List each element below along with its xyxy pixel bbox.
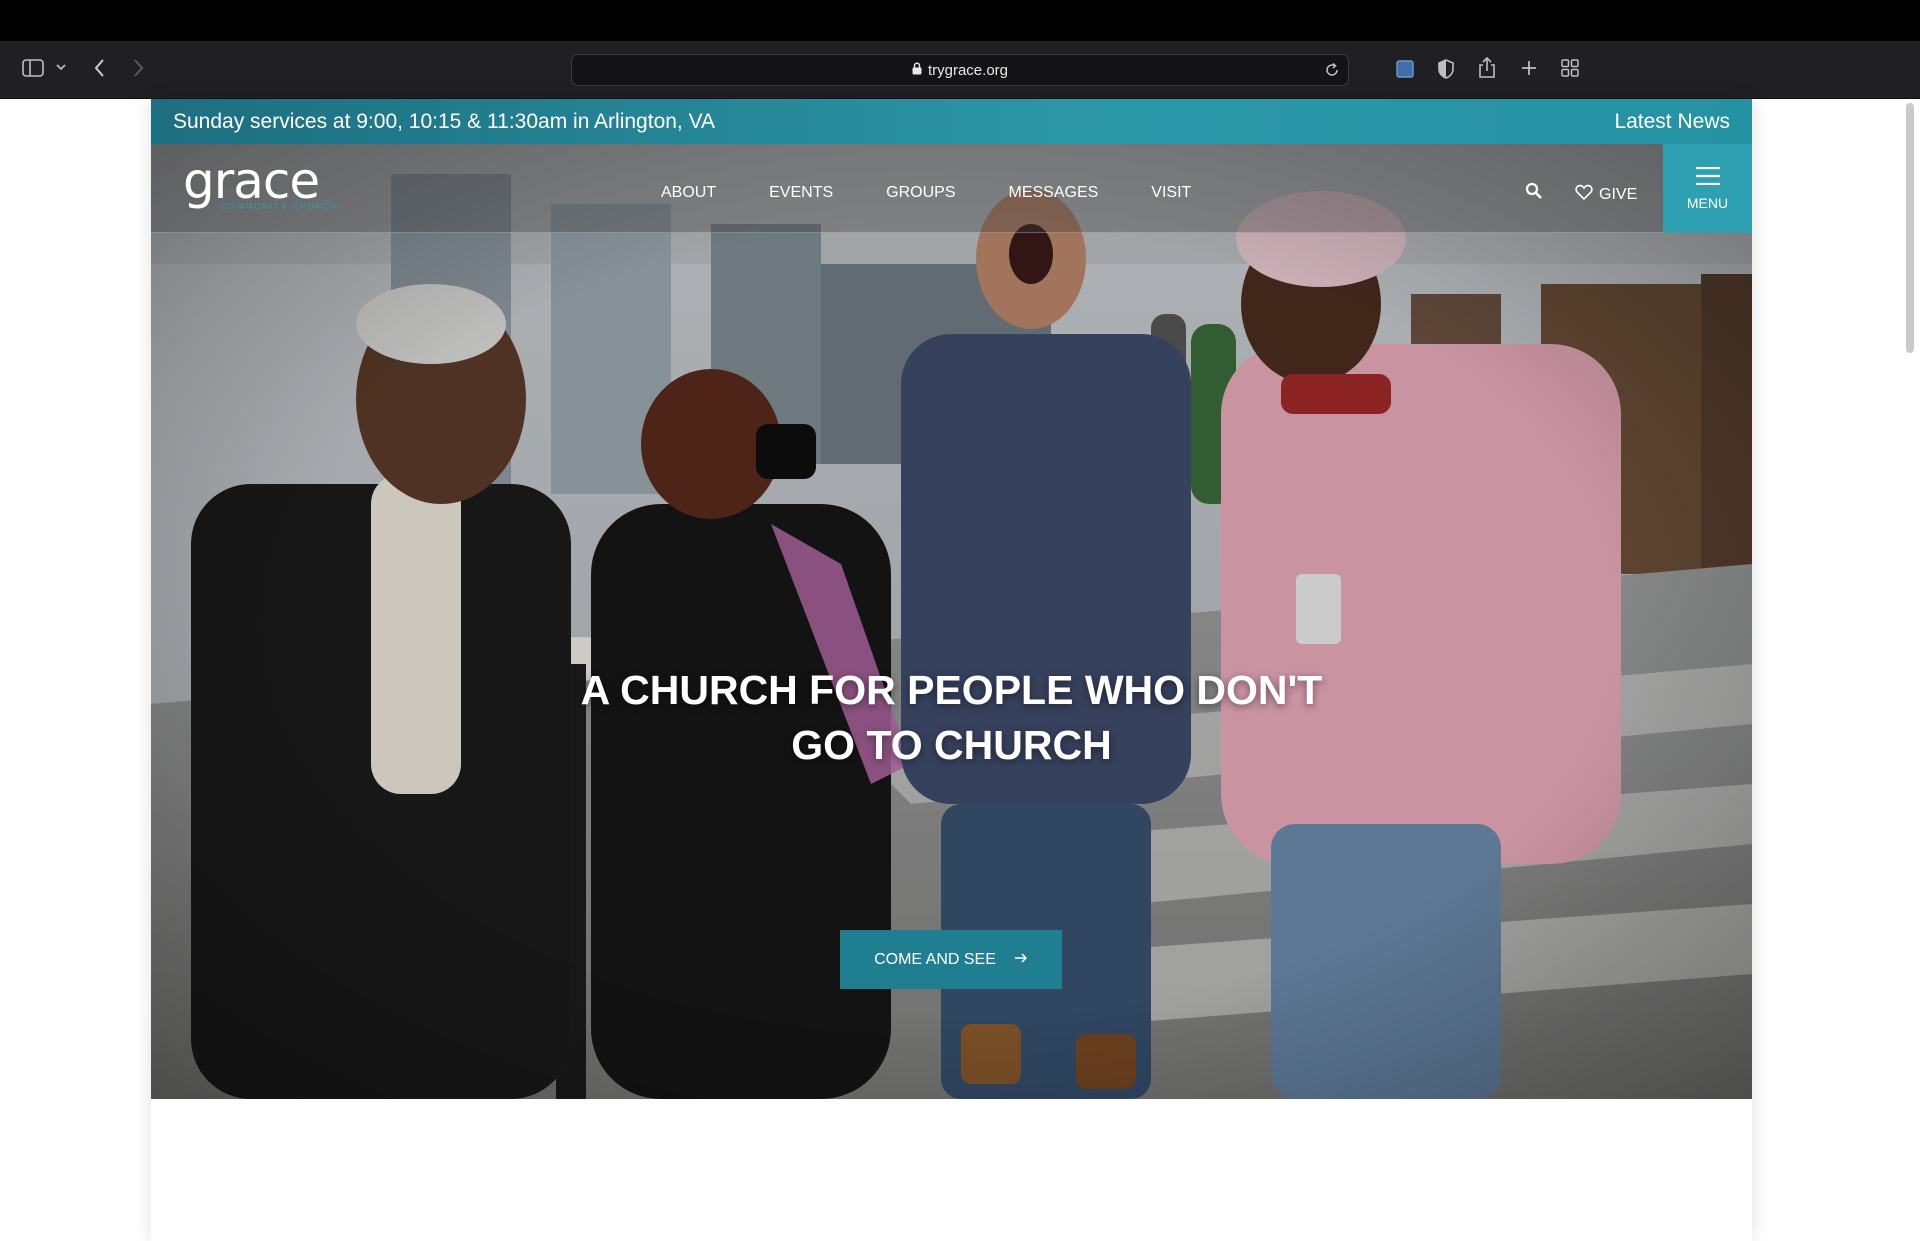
url-text: trygrace.org: [927, 61, 1009, 79]
come-and-see-button[interactable]: COME AND SEE: [840, 930, 1062, 989]
latest-news-link[interactable]: Latest News: [1614, 110, 1730, 134]
hero-section: grace COMMUNITY CHURCH ABOUT EVENTS GROU…: [151, 144, 1752, 1099]
heart-icon: [1575, 184, 1593, 205]
share-icon[interactable]: [1478, 57, 1496, 79]
sidebar-icon[interactable]: [22, 59, 44, 77]
site-logo[interactable]: grace COMMUNITY CHURCH: [183, 152, 339, 211]
site-header: grace COMMUNITY CHURCH ABOUT EVENTS GROU…: [151, 144, 1752, 233]
arrow-right-icon: [1014, 951, 1028, 969]
cta-label: COME AND SEE: [874, 950, 996, 968]
nav-item-visit[interactable]: VISIT: [1151, 184, 1191, 202]
nav-item-about[interactable]: ABOUT: [661, 184, 716, 202]
menu-label: MENU: [1686, 194, 1729, 211]
hero-headline-line1: A CHURCH FOR PEOPLE WHO DON'T: [580, 667, 1323, 713]
nav-item-groups[interactable]: GROUPS: [886, 184, 955, 202]
nav-item-messages[interactable]: MESSAGES: [1008, 184, 1098, 202]
hamburger-icon: [1695, 166, 1720, 188]
website-page: Sunday services at 9:00, 10:15 & 11:30am…: [151, 99, 1752, 1241]
forward-icon[interactable]: [133, 58, 145, 78]
give-button[interactable]: GIVE: [1575, 184, 1637, 205]
reload-icon[interactable]: [1324, 62, 1340, 82]
announcement-bar: Sunday services at 9:00, 10:15 & 11:30am…: [151, 99, 1752, 144]
page-scrollbar[interactable]: [1906, 103, 1914, 353]
back-icon[interactable]: [93, 58, 105, 78]
window-top-bar: [0, 0, 1920, 41]
main-nav: ABOUT EVENTS GROUPS MESSAGES VISIT: [661, 184, 1191, 202]
privacy-shield-icon[interactable]: [1437, 59, 1455, 79]
give-label: GIVE: [1599, 185, 1638, 203]
nav-item-events[interactable]: EVENTS: [769, 184, 833, 202]
hero-headline-line2: GO TO CHURCH: [791, 722, 1112, 768]
address-bar[interactable]: trygrace.org: [571, 54, 1349, 86]
extension-icon[interactable]: [1395, 59, 1415, 79]
lock-icon: [912, 62, 922, 79]
hero-headline: A CHURCH FOR PEOPLE WHO DON'T GO TO CHUR…: [151, 663, 1752, 773]
new-tab-icon[interactable]: [1520, 59, 1538, 77]
service-times-text: Sunday services at 9:00, 10:15 & 11:30am…: [173, 109, 716, 133]
tab-overview-icon[interactable]: [1561, 59, 1579, 77]
search-icon[interactable]: [1525, 182, 1543, 205]
chevron-down-icon[interactable]: [56, 62, 66, 72]
menu-button[interactable]: MENU: [1663, 144, 1752, 233]
